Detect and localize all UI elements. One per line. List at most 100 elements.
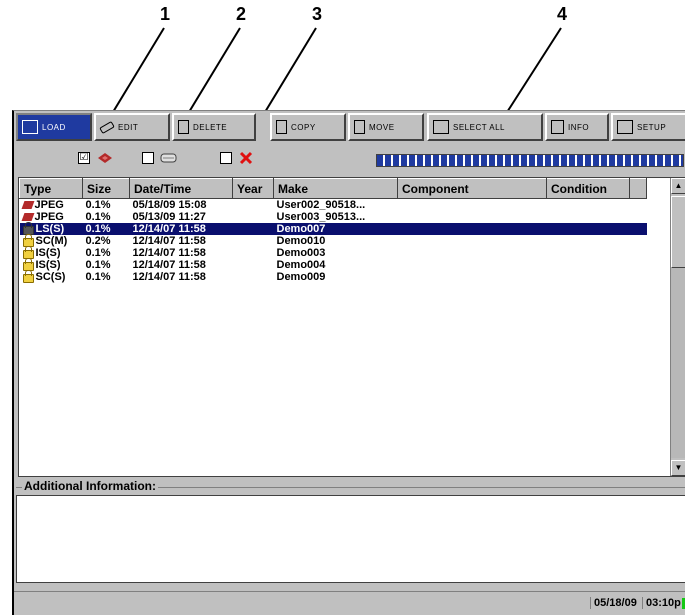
additional-info-box — [16, 495, 685, 583]
column-header-year[interactable]: Year — [232, 178, 274, 199]
red-x-icon — [239, 151, 253, 165]
additional-info-panel: Additional Information: — [16, 479, 685, 587]
row-type: IS(S) — [35, 259, 61, 271]
info-button-label: INFO — [568, 122, 590, 132]
row-datetime: 12/14/07 11:58 — [132, 247, 206, 259]
table-row[interactable]: IS(S) 0.1% 12/14/07 11:58 Demo003 — [20, 246, 647, 259]
setup-button-label: SETUP — [637, 122, 667, 132]
document-icon — [354, 120, 365, 134]
row-type: SC(S) — [35, 271, 66, 283]
move-button-label: MOVE — [369, 122, 395, 132]
jpeg-image-icon — [98, 153, 112, 163]
additional-info-label: Additional Information: — [22, 479, 158, 493]
row-size: 0.1% — [85, 247, 111, 259]
table-row[interactable]: SC(S) 0.1% 12/14/07 11:58 Demo009 — [20, 270, 647, 283]
status-date: 05/18/09 — [590, 597, 640, 609]
storage-progress-fill — [377, 155, 683, 166]
pencil-icon — [99, 120, 115, 134]
load-button[interactable]: LOAD — [16, 113, 92, 141]
status-bar: 05/18/09 03:10p — [14, 591, 685, 615]
jpeg-file-icon — [21, 201, 34, 209]
vertical-scrollbar[interactable]: ▲ ▼ — [670, 178, 685, 476]
column-header-type[interactable]: Type — [19, 178, 83, 199]
select-all-button[interactable]: SELECT ALL — [427, 113, 543, 141]
row-condition — [547, 271, 630, 283]
row-year — [232, 223, 274, 235]
status-time: 03:10p — [642, 597, 684, 609]
row-condition — [547, 235, 630, 247]
row-condition — [547, 259, 630, 271]
row-make: Demo007 — [273, 223, 398, 235]
lock-icon — [22, 270, 34, 283]
storage-progress-bar — [376, 154, 684, 167]
column-header-make[interactable]: Make — [273, 178, 398, 199]
row-condition — [546, 223, 630, 235]
row-datetime: 05/18/09 15:08 — [132, 199, 207, 211]
column-header-spacer — [629, 178, 647, 199]
file-list: Type Size Date/Time Year Make Component … — [18, 177, 685, 477]
delete-button[interactable]: DELETE — [172, 113, 256, 141]
row-type: JPEG — [34, 211, 64, 223]
column-header-datetime[interactable]: Date/Time — [129, 178, 233, 199]
jpeg-file-icon — [21, 213, 34, 221]
table-row[interactable]: IS(S) 0.1% 12/14/07 11:58 Demo004 — [20, 258, 647, 271]
select-all-button-label: SELECT ALL — [453, 122, 505, 132]
copy-button[interactable]: COPY — [270, 113, 346, 141]
row-type: LS(S) — [35, 223, 65, 235]
row-datetime: 12/14/07 11:58 — [132, 271, 206, 283]
row-year — [233, 235, 274, 247]
row-component — [398, 247, 547, 259]
column-header-size[interactable]: Size — [82, 178, 130, 199]
table-header-row: Type Size Date/Time Year Make Component … — [19, 178, 647, 199]
row-datetime: 12/14/07 11:58 — [132, 259, 206, 271]
load-button-label: LOAD — [42, 122, 66, 132]
row-condition — [547, 199, 630, 212]
row-component — [398, 199, 547, 212]
edit-button-label: EDIT — [118, 122, 139, 132]
toolbox-icon — [617, 120, 633, 134]
row-year — [233, 211, 274, 223]
move-button[interactable]: MOVE — [348, 113, 424, 141]
table-row[interactable]: JPEG 0.1% 05/13/09 11:27 User003_90513..… — [20, 211, 647, 223]
row-size: 0.1% — [82, 223, 130, 235]
row-year — [233, 259, 274, 271]
row-make: Demo003 — [276, 247, 326, 259]
row-component — [398, 271, 547, 283]
row-year — [233, 199, 274, 212]
column-header-component[interactable]: Component — [397, 178, 547, 199]
setup-button[interactable]: SETUP — [611, 113, 685, 141]
edit-button[interactable]: EDIT — [94, 113, 170, 141]
row-type: IS(S) — [35, 247, 61, 259]
row-datetime: 12/14/07 11:58 — [132, 235, 206, 247]
table-row-selected[interactable]: LS(S) 0.1% 12/14/07 11:58 Demo007 — [19, 222, 647, 235]
scroll-down-icon[interactable]: ▼ — [671, 460, 685, 476]
row-size: 0.2% — [85, 235, 111, 247]
row-size: 0.1% — [85, 271, 111, 283]
row-size: 0.1% — [85, 259, 111, 271]
scrollbar-thumb[interactable] — [671, 196, 685, 268]
row-size: 0.1% — [85, 211, 111, 223]
scrollbar-track[interactable] — [671, 268, 685, 458]
column-header-condition[interactable]: Condition — [546, 178, 630, 199]
row-condition — [547, 211, 630, 223]
table-row[interactable]: JPEG 0.1% 05/18/09 15:08 User002_90518..… — [20, 199, 647, 212]
toolbar: LOAD EDIT DELETE COPY MOVE SELECT ALL IN… — [14, 111, 685, 145]
row-datetime: 12/14/07 11:58 — [129, 223, 233, 235]
table-row[interactable]: SC(M) 0.2% 12/14/07 11:58 Demo010 — [20, 234, 647, 247]
row-size: 0.1% — [85, 199, 111, 211]
scroll-up-icon[interactable]: ▲ — [671, 178, 685, 194]
row-type: JPEG — [34, 199, 64, 211]
info-button[interactable]: INFO — [545, 113, 609, 141]
deleted-filter-checkbox[interactable] — [220, 152, 232, 164]
row-make: Demo010 — [276, 235, 326, 247]
row-component — [398, 259, 547, 271]
filter-row: ☑ — [14, 145, 685, 171]
file-table: Type Size Date/Time Year Make Component … — [19, 178, 647, 283]
row-type: SC(M) — [35, 235, 68, 247]
row-datetime: 05/13/09 11:27 — [132, 211, 206, 223]
file-manager-screen: LOAD EDIT DELETE COPY MOVE SELECT ALL IN… — [12, 110, 685, 615]
row-component — [397, 223, 547, 235]
image-filter-checkbox[interactable]: ☑ — [78, 152, 90, 164]
report-filter-checkbox[interactable] — [142, 152, 154, 164]
row-component — [398, 211, 547, 223]
